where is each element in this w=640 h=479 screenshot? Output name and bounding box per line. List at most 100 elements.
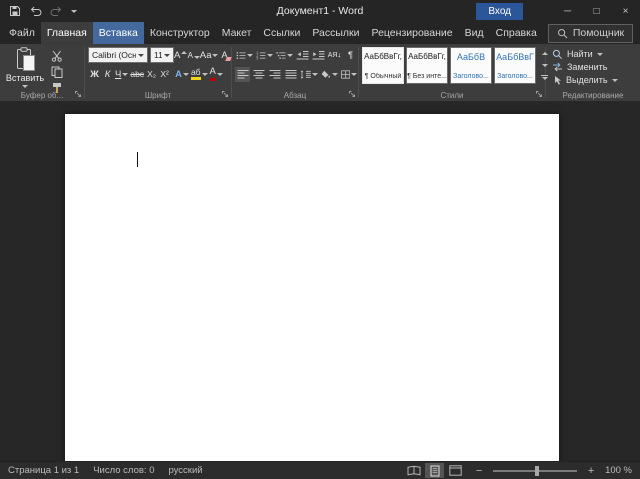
- tab-references[interactable]: Ссылки: [257, 22, 306, 44]
- save-button[interactable]: [9, 3, 21, 19]
- signin-button[interactable]: Вход: [476, 3, 523, 20]
- copy-button[interactable]: [51, 66, 63, 78]
- tab-insert[interactable]: Вставка: [93, 22, 144, 44]
- caret-down-icon: [312, 73, 318, 76]
- close-button[interactable]: ×: [611, 0, 640, 22]
- style-name: ¶ Обычный: [365, 73, 402, 80]
- strikethrough-button[interactable]: abc: [129, 67, 145, 82]
- zoom-out-button[interactable]: −: [473, 465, 485, 477]
- qat-customize-button[interactable]: [71, 3, 77, 19]
- font-size-select[interactable]: 11: [150, 47, 174, 63]
- quick-access-toolbar: [0, 3, 77, 19]
- editing-group-label: Редактирование: [546, 91, 640, 100]
- font-row-1: Calibri (Осн 11 А А Аа А: [88, 47, 231, 63]
- select-button[interactable]: Выделить: [552, 74, 640, 86]
- strikethrough-label: abc: [130, 69, 144, 79]
- caret-down-icon: [351, 73, 357, 76]
- assistant-search[interactable]: Помощник: [548, 24, 633, 43]
- font-dialog-launcher[interactable]: [221, 90, 229, 98]
- numbering-button[interactable]: 123: [255, 48, 274, 63]
- web-layout-button[interactable]: [446, 463, 465, 478]
- chevron-down-icon: [164, 54, 170, 57]
- font-row-2: Ж К Ч abc X₂ X² А аб А: [88, 66, 231, 82]
- text-cursor: [137, 152, 138, 167]
- maximize-button[interactable]: □: [582, 0, 611, 22]
- style-preview: АаБбВ: [457, 52, 485, 62]
- style-no-spacing[interactable]: АаБбВвГг, ¶ Без инте...: [406, 47, 448, 84]
- style-heading1[interactable]: АаБбВ Заголово...: [450, 47, 492, 84]
- change-case-button[interactable]: Аа: [200, 48, 218, 63]
- styles-dialog-launcher[interactable]: [535, 90, 543, 98]
- increase-indent-button[interactable]: [311, 48, 326, 63]
- cut-button[interactable]: [51, 50, 63, 62]
- font-color-button[interactable]: А: [209, 67, 224, 82]
- tab-file[interactable]: Файл: [3, 22, 41, 44]
- show-marks-button[interactable]: ¶: [343, 48, 358, 63]
- change-case-label: Аа: [200, 50, 212, 61]
- paragraph-dialog-launcher[interactable]: [348, 90, 356, 98]
- style-normal[interactable]: АаБбВвГг, ¶ Обычный: [362, 47, 404, 84]
- align-left-button[interactable]: [235, 67, 250, 82]
- style-heading2[interactable]: АаБбВвГ Заголово...: [494, 47, 536, 84]
- align-right-button[interactable]: [267, 67, 282, 82]
- find-button[interactable]: Найти: [552, 48, 640, 60]
- clipboard-group-label: Буфер об...: [0, 91, 84, 100]
- superscript-button[interactable]: X²: [158, 67, 171, 82]
- paragraph-row-1: 123 АЯ ¶: [232, 47, 358, 63]
- bullets-button[interactable]: [235, 48, 254, 63]
- line-spacing-button[interactable]: [299, 67, 319, 82]
- subscript-button[interactable]: X₂: [145, 67, 158, 82]
- tab-design[interactable]: Конструктор: [144, 22, 216, 44]
- print-layout-button[interactable]: [425, 463, 444, 478]
- print-layout-icon: [430, 465, 440, 477]
- font-name-select[interactable]: Calibri (Осн: [88, 47, 148, 63]
- underline-button[interactable]: Ч: [114, 67, 129, 82]
- tab-help[interactable]: Справка: [490, 22, 543, 44]
- clear-formatting-button[interactable]: А: [218, 48, 231, 63]
- shading-button[interactable]: [320, 67, 338, 82]
- dialog-launcher-icon: [221, 90, 229, 98]
- align-left-icon: [237, 69, 249, 80]
- borders-button[interactable]: [340, 67, 358, 82]
- align-center-icon: [253, 69, 265, 80]
- text-effects-button[interactable]: А: [174, 67, 190, 82]
- italic-button[interactable]: К: [101, 67, 114, 82]
- grow-font-button[interactable]: А: [174, 48, 187, 63]
- bold-button[interactable]: Ж: [88, 67, 101, 82]
- zoom-in-button[interactable]: +: [585, 465, 597, 477]
- font-name-value: Calibri (Осн: [92, 50, 136, 60]
- word-count[interactable]: Число слов: 0: [93, 465, 154, 476]
- sort-button[interactable]: АЯ: [327, 48, 342, 63]
- minimize-button[interactable]: ─: [553, 0, 582, 22]
- caret-down-icon: [247, 54, 253, 57]
- redo-button[interactable]: [50, 3, 63, 19]
- tab-view[interactable]: Вид: [459, 22, 490, 44]
- highlight-color-button[interactable]: аб: [190, 67, 209, 82]
- decrease-indent-button[interactable]: [295, 48, 310, 63]
- page-indicator[interactable]: Страница 1 из 1: [8, 465, 79, 476]
- dialog-launcher-icon: [348, 90, 356, 98]
- language-indicator[interactable]: русский: [168, 465, 202, 476]
- caret-down-icon: [122, 73, 128, 76]
- tab-mailings[interactable]: Рассылки: [306, 22, 365, 44]
- font-color-label: А: [210, 67, 216, 80]
- align-center-button[interactable]: [251, 67, 266, 82]
- font-group: Calibri (Осн 11 А А Аа А Ж К Ч abc X₂ X²: [85, 44, 231, 101]
- tab-home[interactable]: Главная: [41, 22, 93, 44]
- tab-layout[interactable]: Макет: [216, 22, 258, 44]
- zoom-slider[interactable]: [493, 470, 577, 472]
- clipboard-group: Вставить Буфер об...: [0, 44, 84, 101]
- clipboard-dialog-launcher[interactable]: [74, 90, 82, 98]
- replace-button[interactable]: Заменить: [552, 61, 640, 73]
- zoom-slider-thumb[interactable]: [535, 466, 539, 476]
- justify-icon: [285, 69, 297, 80]
- tab-review[interactable]: Рецензирование: [366, 22, 459, 44]
- shrink-font-button[interactable]: А: [187, 48, 200, 63]
- undo-button[interactable]: [29, 3, 42, 19]
- multilevel-list-button[interactable]: [275, 48, 294, 63]
- document-page[interactable]: [65, 114, 559, 461]
- document-area[interactable]: [0, 101, 640, 461]
- read-mode-button[interactable]: [404, 463, 423, 478]
- zoom-level[interactable]: 100 %: [605, 465, 632, 476]
- justify-button[interactable]: [283, 67, 298, 82]
